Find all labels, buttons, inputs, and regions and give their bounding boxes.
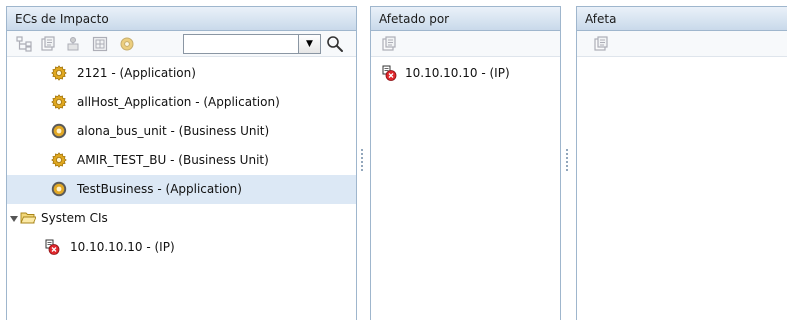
related-icon[interactable]: [65, 36, 81, 52]
business-unit-icon: [51, 123, 67, 139]
tree-item-label: 2121 - (Application): [77, 66, 196, 80]
tree-item[interactable]: 10.10.10.10 - (IP): [7, 233, 356, 262]
tree-group[interactable]: System CIs: [7, 204, 356, 233]
splitter-handle[interactable]: [565, 148, 569, 172]
tree-item[interactable]: allHost_Application - (Application): [7, 88, 356, 117]
ip-critical-icon: [381, 65, 397, 81]
tree-group-label: System CIs: [41, 211, 108, 225]
ci-search-input[interactable]: [184, 35, 296, 53]
tree-item[interactable]: 2121 - (Application): [7, 59, 356, 88]
affected-by-list: 10.10.10.10 - (IP): [371, 59, 560, 88]
affected-by-panel-title: Afetado por: [371, 7, 560, 31]
impact-panel: ECs de Impacto ▼ 2121 - (Application) al…: [6, 6, 357, 320]
list-item-label: 10.10.10.10 - (IP): [405, 66, 510, 80]
application-gear-icon: [51, 94, 67, 110]
application-gear-icon: [51, 65, 67, 81]
tree-item-selected[interactable]: TestBusiness - (Application): [7, 175, 356, 204]
affects-panel: Afeta: [576, 6, 787, 320]
folder-open-icon: [20, 210, 36, 226]
application-gear-icon: [51, 152, 67, 168]
affected-by-toolbar: [371, 31, 560, 57]
tree-item-label: alona_bus_unit - (Business Unit): [77, 124, 270, 138]
map-icon[interactable]: [92, 36, 108, 52]
ip-critical-icon: [44, 239, 60, 255]
tree-item[interactable]: alona_bus_unit - (Business Unit): [7, 117, 356, 146]
properties-icon[interactable]: [40, 36, 56, 52]
hierarchy-icon[interactable]: [16, 36, 32, 52]
list-item[interactable]: 10.10.10.10 - (IP): [371, 59, 560, 88]
expand-toggle-icon[interactable]: [10, 216, 18, 222]
affected-by-panel: Afetado por 10.10.10.10 - (IP): [370, 6, 561, 320]
search-icon[interactable]: [326, 35, 344, 53]
tree-item-label: allHost_Application - (Application): [77, 95, 280, 109]
impact-tree: 2121 - (Application) allHost_Application…: [7, 59, 356, 262]
ci-type-icon[interactable]: [119, 36, 135, 52]
dropdown-arrow-icon[interactable]: ▼: [298, 35, 320, 53]
impact-toolbar: ▼: [7, 31, 356, 57]
business-unit-icon: [51, 181, 67, 197]
ci-search-combo[interactable]: ▼: [183, 34, 321, 54]
tree-item-label: TestBusiness - (Application): [77, 182, 242, 196]
affects-toolbar: [577, 31, 787, 57]
impact-panel-title: ECs de Impacto: [7, 7, 356, 31]
affects-panel-title: Afeta: [577, 7, 787, 31]
tree-item[interactable]: AMIR_TEST_BU - (Business Unit): [7, 146, 356, 175]
tree-item-label: 10.10.10.10 - (IP): [70, 240, 175, 254]
splitter-handle[interactable]: [360, 148, 364, 172]
tree-item-label: AMIR_TEST_BU - (Business Unit): [77, 153, 269, 167]
properties-icon[interactable]: [381, 36, 397, 52]
properties-icon[interactable]: [593, 36, 609, 52]
